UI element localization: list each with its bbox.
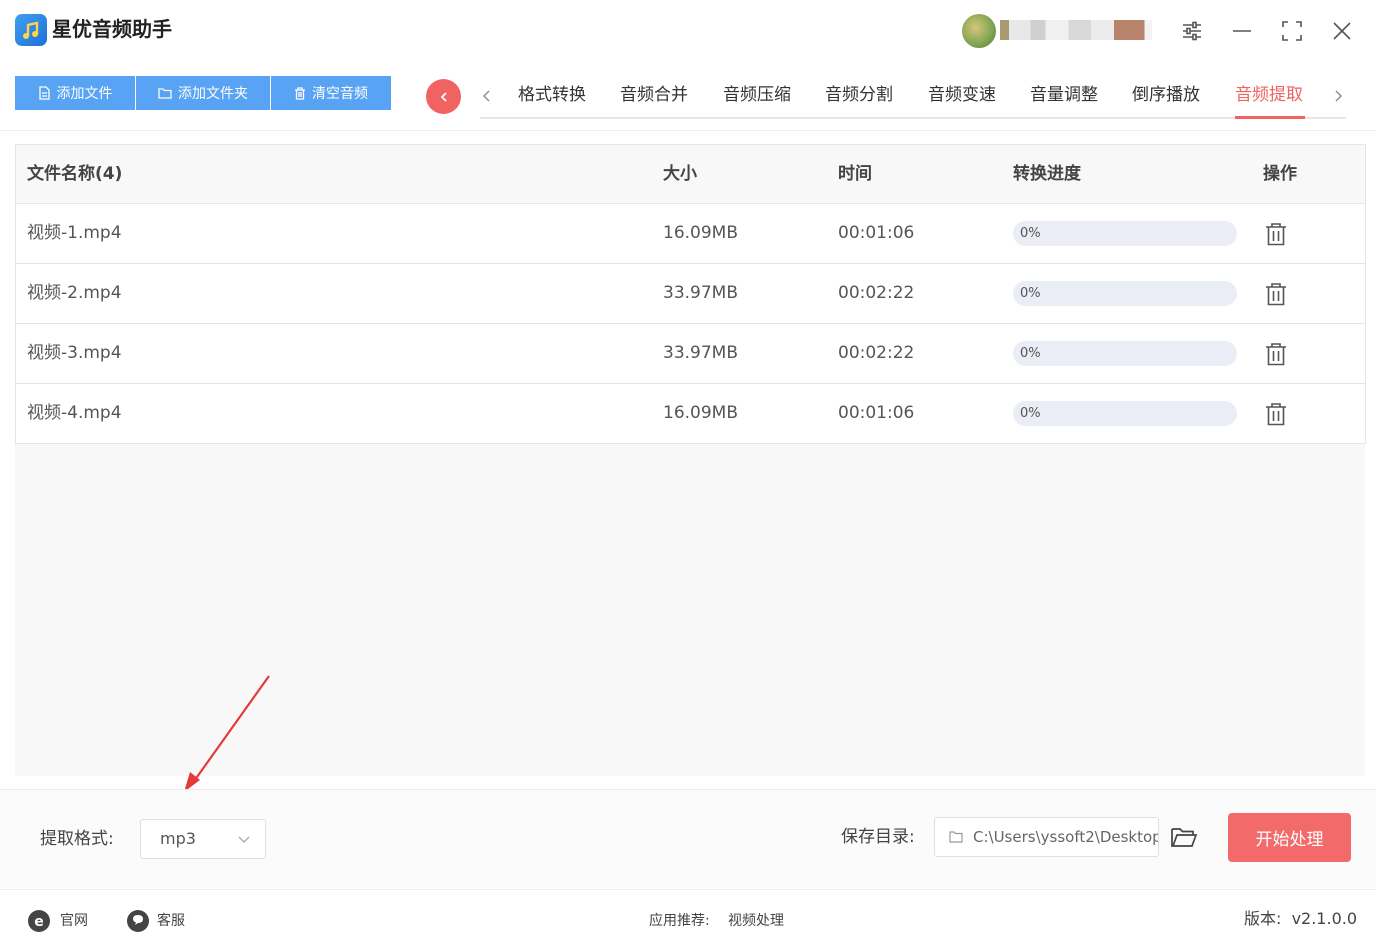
file-size: 33.97MB (663, 283, 738, 303)
header-file-name: 文件名称(4) (27, 164, 123, 184)
file-duration: 00:02:22 (838, 343, 915, 363)
file-duration: 00:01:06 (838, 223, 915, 243)
active-tab-indicator (1235, 116, 1305, 119)
table-header: 文件名称(4) 大小 时间 转换进度 操作 (16, 145, 1365, 204)
file-table: 文件名称(4) 大小 时间 转换进度 操作 视频-1.mp4 16.09MB 0… (15, 144, 1366, 444)
progress-bar: 0% (1013, 401, 1237, 426)
progress-bar: 0% (1013, 281, 1237, 306)
add-file-button[interactable]: 添加文件 (15, 76, 135, 110)
customer-service-link[interactable]: 客服 (157, 911, 185, 931)
file-size: 16.09MB (663, 403, 738, 423)
table-row[interactable]: 视频-4.mp4 16.09MB 00:01:06 0% (16, 384, 1365, 443)
title-bar (0, 0, 1376, 62)
progress-text: 0% (1020, 406, 1041, 421)
tab-reverse-play[interactable]: 倒序播放 (1132, 83, 1200, 107)
header-action: 操作 (1263, 164, 1297, 184)
folder-icon (158, 88, 172, 99)
header-divider (0, 130, 1376, 131)
tabs-prev-icon[interactable] (480, 87, 494, 105)
file-name: 视频-3.mp4 (27, 343, 122, 363)
tab-audio-speed[interactable]: 音频变速 (928, 83, 996, 107)
tabs-baseline (480, 117, 1346, 119)
chevron-down-icon (238, 836, 250, 843)
close-icon[interactable] (1327, 16, 1357, 46)
file-size: 33.97MB (663, 343, 738, 363)
app-logo-icon (15, 14, 47, 46)
clear-audio-button[interactable]: 清空音频 (271, 76, 391, 110)
progress-bar: 0% (1013, 341, 1237, 366)
clear-audio-label: 清空音频 (312, 85, 368, 101)
settings-sliders-icon[interactable] (1177, 16, 1207, 46)
progress-text: 0% (1020, 346, 1041, 361)
trash-small-icon (295, 86, 305, 100)
progress-bar: 0% (1013, 221, 1237, 246)
table-row[interactable]: 视频-2.mp4 33.97MB 00:02:22 0% (16, 264, 1365, 324)
tab-audio-extract[interactable]: 音频提取 (1235, 83, 1303, 107)
table-row[interactable]: 视频-3.mp4 33.97MB 00:02:22 0% (16, 324, 1365, 384)
website-link[interactable]: 官网 (60, 911, 88, 931)
header-progress: 转换进度 (1013, 164, 1081, 184)
file-duration: 00:02:22 (838, 283, 915, 303)
add-folder-label: 添加文件夹 (178, 85, 248, 101)
file-name: 视频-2.mp4 (27, 283, 122, 303)
progress-text: 0% (1020, 226, 1041, 241)
tab-audio-compress[interactable]: 音频压缩 (723, 83, 791, 107)
save-dir-label: 保存目录: (841, 827, 915, 847)
delete-icon[interactable] (1265, 282, 1287, 306)
svg-text:e: e (34, 914, 44, 930)
collapse-back-button[interactable] (426, 79, 461, 114)
file-icon (38, 86, 50, 100)
start-process-button[interactable]: 开始处理 (1228, 813, 1351, 862)
tab-audio-merge[interactable]: 音频合并 (620, 83, 688, 107)
progress-text: 0% (1020, 286, 1041, 301)
annotation-arrow-icon (184, 675, 270, 792)
header-size: 大小 (663, 164, 697, 184)
table-row[interactable]: 视频-1.mp4 16.09MB 00:01:06 0% (16, 204, 1365, 264)
save-path-field[interactable]: C:\Users\yssoft2\Desktop (934, 817, 1159, 857)
tab-format-convert[interactable]: 格式转换 (518, 83, 586, 107)
file-size: 16.09MB (663, 223, 738, 243)
delete-icon[interactable] (1265, 402, 1287, 426)
username-blurred: user (1000, 20, 1152, 40)
folder-small-icon (949, 831, 963, 843)
recommend-label: 应用推荐: (649, 913, 710, 929)
customer-service-icon[interactable] (126, 909, 150, 933)
chevron-left-icon (440, 91, 447, 102)
tab-audio-split[interactable]: 音频分割 (825, 83, 893, 107)
minimize-icon[interactable] (1227, 16, 1257, 46)
version-text: 版本: v2.1.0.0 (1244, 909, 1358, 928)
add-folder-button[interactable]: 添加文件夹 (136, 76, 270, 110)
delete-icon[interactable] (1265, 222, 1287, 246)
save-path-value: C:\Users\yssoft2\Desktop (973, 828, 1159, 846)
add-file-label: 添加文件 (56, 85, 113, 101)
app-title: 星优音频助手 (52, 17, 172, 41)
header-time: 时间 (838, 164, 872, 184)
avatar[interactable] (962, 14, 996, 48)
format-select[interactable]: mp3 (140, 819, 266, 859)
file-duration: 00:01:06 (838, 403, 915, 423)
tab-volume-adjust[interactable]: 音量调整 (1030, 83, 1098, 107)
format-select-value: mp3 (160, 829, 196, 848)
format-label: 提取格式: (40, 829, 114, 849)
file-name: 视频-4.mp4 (27, 403, 122, 423)
recommend-link[interactable]: 视频处理 (728, 911, 784, 931)
maximize-icon[interactable] (1277, 16, 1307, 46)
tabs-next-icon[interactable] (1331, 87, 1345, 105)
open-folder-icon[interactable] (1170, 825, 1198, 849)
delete-icon[interactable] (1265, 342, 1287, 366)
website-icon[interactable]: e (27, 909, 51, 933)
file-name: 视频-1.mp4 (27, 223, 122, 243)
